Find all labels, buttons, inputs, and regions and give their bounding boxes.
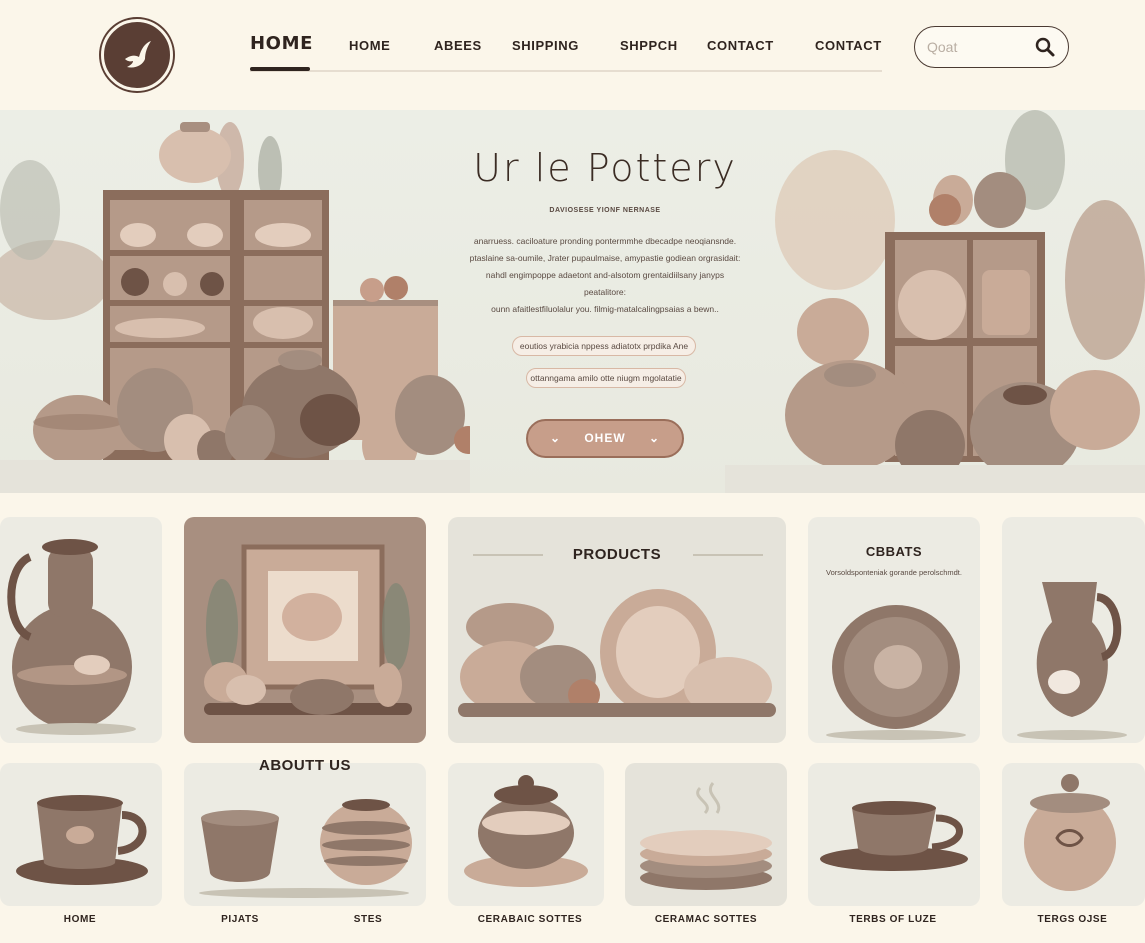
product-card-cup[interactable] (0, 763, 162, 906)
hero-title: Ur le Pottery (473, 146, 737, 190)
about-us-link[interactable]: ABOUTT US (230, 757, 380, 774)
cbbats-card-title: CBBATS (865, 544, 923, 559)
product-card-lidded-jar[interactable] (1002, 763, 1145, 906)
product-card-pitcher[interactable] (1002, 517, 1145, 743)
nav-item-home-active[interactable]: HOME (250, 33, 313, 54)
plates-illustration (640, 782, 772, 890)
hero-subtitle: DAVIOSESE YIONF NERNASE (549, 207, 661, 214)
nav-item-contact[interactable]: CONTACT (707, 38, 774, 53)
cbbats-card-subtitle: Vorsoldsponteniak gorande perolschmdt. (826, 568, 962, 577)
product-card-jar[interactable] (448, 763, 604, 906)
hero-illustration-right (725, 110, 1145, 493)
search-input[interactable] (927, 37, 1027, 57)
vase-illustration (7, 539, 136, 735)
product-card-vase[interactable] (0, 517, 162, 743)
product-card-teacup[interactable] (808, 763, 980, 906)
footer-link-pijats[interactable]: PIJATS (200, 914, 280, 925)
bowls-illustration (199, 799, 412, 898)
chevron-down-icon: ⌄ (648, 431, 660, 445)
nav-item-abees[interactable]: ABEES (434, 38, 482, 53)
bird-icon (125, 41, 151, 68)
nav-item-shppch[interactable]: SHPPCH (620, 38, 678, 53)
site-header: HOME HOME ABEES SHIPPING SHPPCH CONTACT … (0, 0, 1145, 108)
search-box (914, 26, 1069, 68)
product-card-plates[interactable] (625, 763, 787, 906)
product-card-cbbats[interactable]: CBBATS Vorsoldsponteniak gorande perolsc… (808, 517, 980, 743)
nav-active-underline (250, 67, 310, 71)
jar-illustration (464, 775, 588, 887)
hero-pill-link-1[interactable]: eoutios yrabicia nppess adiatotx prpdika… (512, 336, 696, 356)
chevron-down-icon: ⌄ (550, 431, 562, 445)
cup-illustration (16, 795, 148, 885)
nav-item-home[interactable]: HOME (349, 38, 390, 53)
pitcher-illustration (1017, 582, 1127, 740)
framed-art-illustration (204, 544, 412, 715)
nav-item-contact-2[interactable]: CONTACT (815, 38, 882, 53)
hero-paragraph: anarruess. caciloature pronding pontermm… (465, 233, 745, 318)
product-card-bowls[interactable] (184, 763, 426, 906)
hero-illustration-left (0, 122, 470, 493)
hero-pill-link-2[interactable]: ottanngama amilo otte niugm mgolatatie (526, 368, 686, 388)
hero-cta-label: OHEW (584, 431, 626, 445)
main-nav: HOME HOME ABEES SHIPPING SHPPCH CONTACT … (250, 30, 882, 72)
search-icon[interactable] (1034, 36, 1056, 58)
footer-link-ceramac-sottes[interactable]: CERAMAC SOTTES (636, 914, 776, 925)
lidded-jar-illustration (1024, 774, 1116, 891)
brand-logo[interactable] (101, 19, 173, 91)
product-card-frame[interactable] (184, 517, 426, 743)
products-card-title: PRODUCTS (572, 546, 662, 563)
hero-paragraph-line: nahdl engimpoppe adaetont and-alsotom gr… (485, 270, 725, 297)
product-card-products[interactable]: PRODUCTS (448, 517, 786, 743)
footer-link-terbs-of-luze[interactable]: TERBS OF LUZE (818, 914, 968, 925)
footer-link-home[interactable]: HOME (40, 914, 120, 925)
nav-item-shipping[interactable]: SHIPPING (512, 38, 579, 53)
hero-cta-button[interactable]: ⌄ OHEW ⌄ (526, 419, 684, 458)
footer-link-cerabaic-sottes[interactable]: CERABAIC SOTTES (460, 914, 600, 925)
hero-paragraph-line: ounn afaitlestfiluolalur you. filmig-mat… (491, 304, 719, 314)
hero-paragraph-line: anarruess. caciloature pronding pontermm… (473, 236, 737, 246)
footer-link-tergs-ojse[interactable]: TERGS OJSE (1010, 914, 1135, 925)
hero-paragraph-line: ptaslaine sa-oumile, Jrater pupaulmaise,… (469, 253, 741, 263)
footer-link-stes[interactable]: STES (328, 914, 408, 925)
hero-banner: Ur le Pottery DAVIOSESE YIONF NERNASE an… (0, 110, 1145, 493)
teacup-illustration (820, 801, 968, 871)
